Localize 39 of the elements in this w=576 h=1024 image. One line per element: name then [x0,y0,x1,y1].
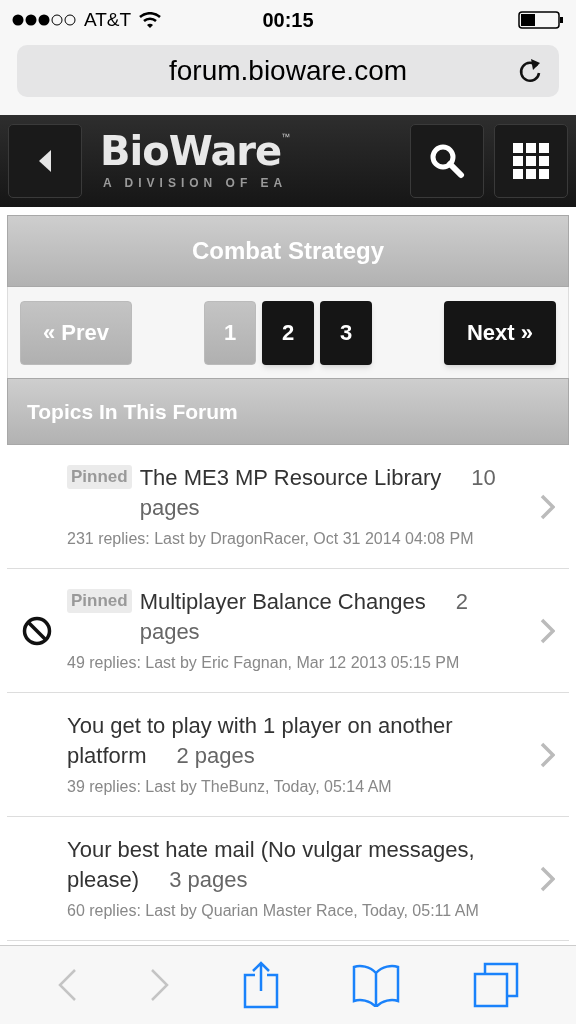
logo-text: BioWare [100,130,282,171]
next-button[interactable]: Next » [444,300,556,365]
search-icon [429,143,465,179]
menu-button[interactable] [494,124,568,198]
topic-meta: 49 replies: Last by Eric Fagnan, Mar 12 2013 05:15 PM [67,652,461,673]
topic-title[interactable]: Multiplayer Balance Changes 2 pages [139,586,533,647]
left-triangle-icon [39,150,51,172]
address-field[interactable]: forum.bioware.com [17,45,559,97]
chevron-right-icon [539,493,555,520]
pinned-badge: Pinned [67,464,132,489]
tabs-icon[interactable] [473,962,520,1008]
search-button[interactable] [410,124,484,198]
back-button[interactable] [8,124,82,198]
url-text: forum.bioware.com [168,54,408,88]
topic-title[interactable]: Your best hate mail (No vulgar messages, please) 3 pages [67,834,533,895]
topic-title[interactable]: You get to play with 1 player on another platform 2 pages [67,710,533,771]
page-button[interactable]: 3 [320,300,372,365]
chevron-right-icon [539,865,555,892]
topic-meta: 39 replies: Last by TheBunz, Today, 05:14 AM [67,776,393,797]
chevron-right-icon [539,617,555,644]
topic-title[interactable]: The ME3 MP Resource Library 10 pages [139,462,533,523]
topic-meta: 231 replies: Last by DragonRacer, Oct 31 2014 04:08 PM [67,528,475,549]
carrier-name: AT&T [84,7,132,32]
forum-title: Combat Strategy [191,236,384,266]
reload-icon[interactable] [517,57,543,85]
share-icon[interactable] [242,961,279,1009]
clock-time: 00:15 [262,8,314,33]
pinned-badge: Pinned [67,588,132,613]
trademark-mark: ™ [281,130,291,144]
section-heading: Topics In This Forum [27,398,238,425]
grid-icon [513,143,549,179]
chevron-right-icon [539,741,555,768]
tagline-text: A DIVISION OF EA [103,174,288,192]
page-button[interactable]: 2 [262,300,314,365]
topic-meta: 60 replies: Last by Quarian Master Race, Today, 05:11 AM [67,900,480,921]
wifi-icon [139,12,162,28]
book-icon[interactable] [352,963,401,1007]
battery-icon [518,11,564,29]
signal-icon [12,13,78,27]
